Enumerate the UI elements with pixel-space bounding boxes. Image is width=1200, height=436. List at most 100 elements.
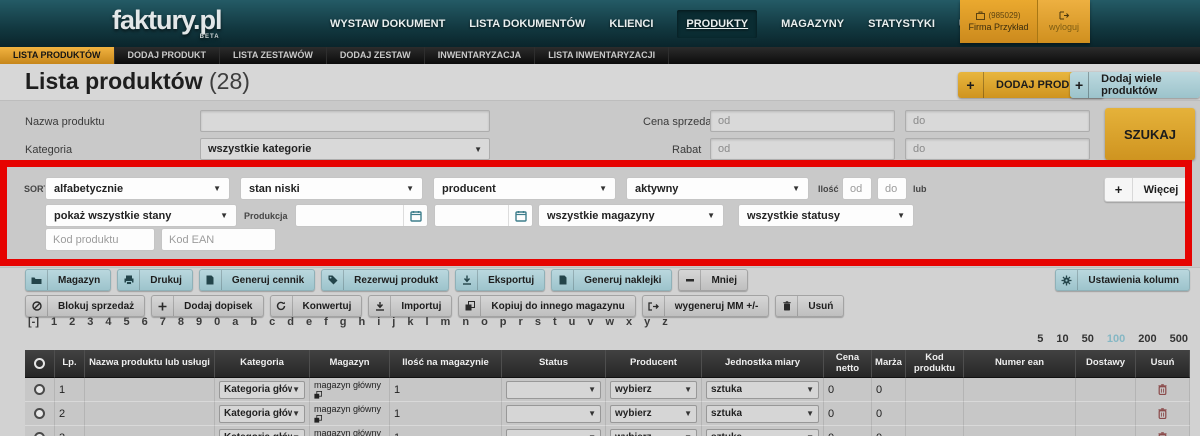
- alphabet-link[interactable]: 9: [190, 316, 208, 328]
- table-header-cell[interactable]: Kategoria: [215, 350, 310, 378]
- export-button[interactable]: Eksportuj: [455, 269, 545, 291]
- table-header-cell[interactable]: Numer ean: [964, 350, 1076, 378]
- producer-row-select[interactable]: wybierz▼: [610, 405, 697, 423]
- margin-cell[interactable]: 0: [872, 426, 906, 436]
- warehouses-select[interactable]: wszystkie magazyny▼: [538, 204, 724, 227]
- main-menu-item[interactable]: STATYSTYKI: [868, 18, 935, 30]
- generate-pricelist-button[interactable]: Generuj cennik: [199, 269, 315, 291]
- alphabet-link[interactable]: e: [300, 316, 318, 328]
- active-state-select[interactable]: aktywny▼: [626, 177, 809, 200]
- row-radio[interactable]: [34, 432, 45, 436]
- more-filters-button[interactable]: + Więcej: [1104, 177, 1190, 202]
- alphabet-link[interactable]: b: [244, 316, 263, 328]
- table-header-cell[interactable]: Jednostka miary: [702, 350, 824, 378]
- alphabet-link[interactable]: y: [638, 316, 656, 328]
- add-note-button[interactable]: Dodaj dopisek: [151, 295, 263, 317]
- page-size-option[interactable]: 5: [1037, 333, 1043, 345]
- alphabet-link[interactable]: i: [371, 316, 386, 328]
- alphabet-link[interactable]: k: [401, 316, 419, 328]
- category-select[interactable]: wszystkie kategorie ▼: [200, 138, 490, 160]
- row-radio[interactable]: [34, 384, 45, 395]
- account-company-button[interactable]: (985029) Firma Przykład: [960, 0, 1038, 43]
- alphabet-link[interactable]: 8: [172, 316, 190, 328]
- net-price-cell[interactable]: 0: [824, 378, 872, 402]
- alphabet-link[interactable]: 3: [81, 316, 99, 328]
- alphabet-link[interactable]: a: [226, 316, 244, 328]
- page-size-option[interactable]: 500: [1170, 333, 1188, 345]
- alphabet-link[interactable]: m: [435, 316, 457, 328]
- ean-number-cell[interactable]: [964, 402, 1076, 426]
- alphabet-link[interactable]: 1: [45, 316, 63, 328]
- production-date-to-input[interactable]: [434, 204, 533, 227]
- deliveries-cell[interactable]: [1076, 402, 1136, 426]
- page-size-option[interactable]: 10: [1056, 333, 1068, 345]
- product-code-input[interactable]: [45, 228, 155, 251]
- main-menu-item[interactable]: MAGAZYNY: [781, 18, 844, 30]
- row-radio[interactable]: [34, 408, 45, 419]
- table-header-cell[interactable]: Lp.: [55, 350, 85, 378]
- warehouse-button[interactable]: Magazyn: [25, 269, 111, 291]
- table-header-cell[interactable]: Ilość na magazynie: [390, 350, 502, 378]
- convert-button[interactable]: Konwertuj: [270, 295, 363, 317]
- main-menu-item[interactable]: PRODUKTY: [677, 10, 757, 38]
- alphabet-link[interactable]: f: [318, 316, 334, 328]
- production-date-from-input[interactable]: [295, 204, 428, 227]
- product-name-input[interactable]: [200, 110, 490, 132]
- producer-select[interactable]: producent▼: [433, 177, 616, 200]
- main-menu-item[interactable]: LISTA DOKUMENTÓW: [469, 18, 585, 30]
- table-header-cell[interactable]: Magazyn: [310, 350, 390, 378]
- alphabet-link[interactable]: d: [281, 316, 300, 328]
- alphabet-link[interactable]: 7: [154, 316, 172, 328]
- logo[interactable]: faktury.plBETA: [112, 5, 222, 36]
- sort-by-select[interactable]: alfabetycznie▼: [45, 177, 230, 200]
- generate-labels-button[interactable]: Generuj naklejki: [551, 269, 672, 291]
- alphabet-link[interactable]: 5: [118, 316, 136, 328]
- add-many-products-button[interactable]: + Dodaj wiele produktów: [1070, 72, 1200, 98]
- subnav-tab[interactable]: LISTA ZESTAWÓW: [220, 47, 327, 64]
- alphabet-link[interactable]: j: [386, 316, 401, 328]
- product-code-cell[interactable]: [906, 378, 964, 402]
- logout-button[interactable]: wyloguj: [1038, 0, 1090, 43]
- table-header-cell[interactable]: Cena netto: [824, 350, 872, 378]
- main-menu-item[interactable]: WYSTAW DOKUMENT: [330, 18, 445, 30]
- alphabet-link[interactable]: v: [581, 316, 599, 328]
- alphabet-link[interactable]: x: [620, 316, 638, 328]
- copy-icon[interactable]: [314, 391, 322, 399]
- producer-row-select[interactable]: wybierz▼: [610, 381, 697, 399]
- discount-from-input[interactable]: [710, 138, 895, 160]
- ean-code-input[interactable]: [161, 228, 276, 251]
- quantity-to-input[interactable]: [877, 177, 907, 200]
- stock-level-select[interactable]: stan niski▼: [240, 177, 423, 200]
- subnav-tab[interactable]: INWENTARYZACJA: [425, 47, 536, 64]
- alphabet-link[interactable]: n: [456, 316, 475, 328]
- product-code-cell[interactable]: [906, 402, 964, 426]
- alphabet-link[interactable]: o: [475, 316, 494, 328]
- status-row-select[interactable]: ▼: [506, 381, 601, 399]
- trash-icon[interactable]: [1158, 408, 1167, 419]
- table-header-cell[interactable]: Marża: [872, 350, 906, 378]
- product-code-cell[interactable]: [906, 426, 964, 436]
- net-price-cell[interactable]: 0: [824, 426, 872, 436]
- alphabet-link[interactable]: 2: [63, 316, 81, 328]
- price-from-input[interactable]: [710, 110, 895, 132]
- print-button[interactable]: Drukuj: [117, 269, 193, 291]
- statuses-select[interactable]: wszystkie statusy▼: [738, 204, 914, 227]
- less-button[interactable]: Mniej: [678, 269, 748, 291]
- alphabet-link[interactable]: t: [547, 316, 563, 328]
- copy-to-warehouse-button[interactable]: Kopiuj do innego magazynu: [458, 295, 635, 317]
- discount-to-input[interactable]: [905, 138, 1090, 160]
- alphabet-link[interactable]: g: [334, 316, 353, 328]
- block-sale-button[interactable]: Blokuj sprzedaż: [25, 295, 145, 317]
- unit-row-select[interactable]: sztuka▼: [706, 429, 819, 436]
- import-button[interactable]: Importuj: [368, 295, 452, 317]
- status-row-select[interactable]: ▼: [506, 405, 601, 423]
- alphabet-link[interactable]: z: [656, 316, 674, 328]
- category-row-select[interactable]: Kategoria główna▼: [219, 381, 305, 399]
- delete-button[interactable]: Usuń: [775, 295, 844, 317]
- ean-number-cell[interactable]: [964, 426, 1076, 436]
- table-header-cell[interactable]: Producent: [606, 350, 702, 378]
- main-menu-item[interactable]: KLIENCI: [609, 18, 653, 30]
- table-header-cell[interactable]: Usuń: [1136, 350, 1190, 378]
- producer-row-select[interactable]: wybierz▼: [610, 429, 697, 436]
- alphabet-link[interactable]: 4: [99, 316, 117, 328]
